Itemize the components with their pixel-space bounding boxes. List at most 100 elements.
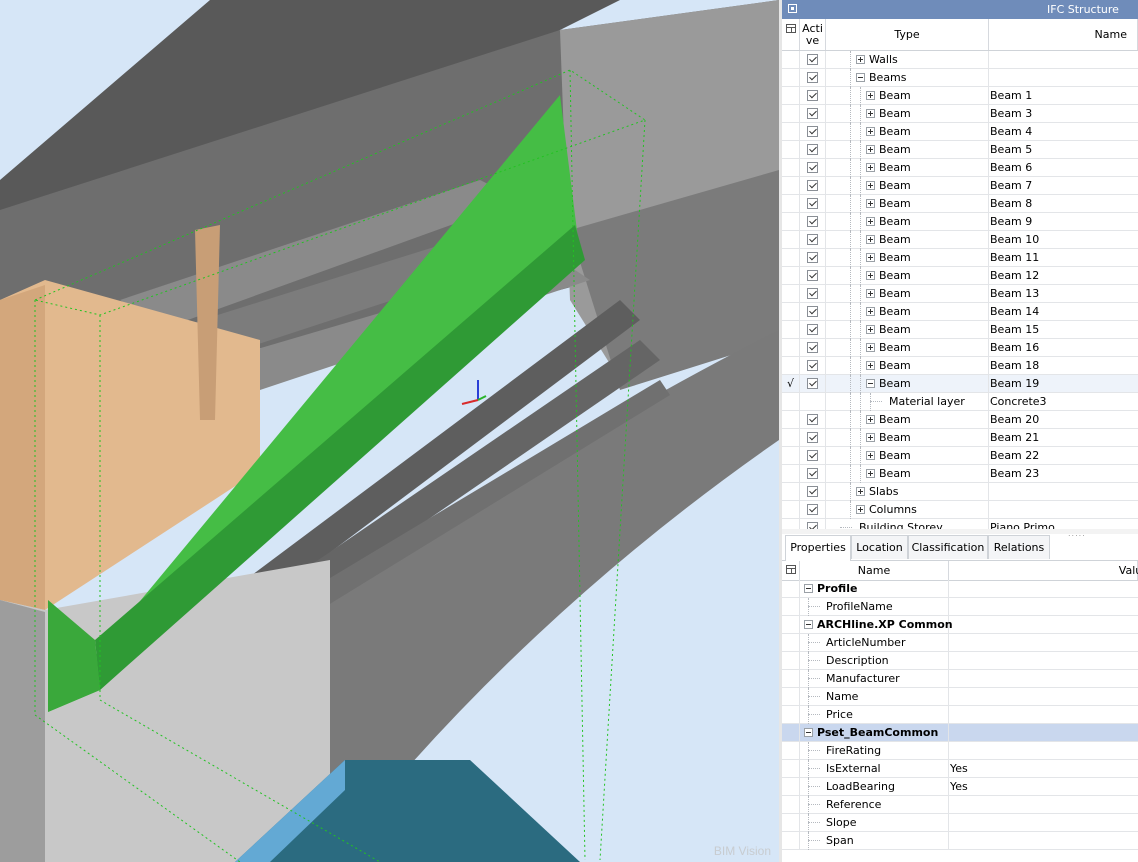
expand-icon[interactable] [866,199,875,208]
ifc-tree[interactable]: Walls Beams Beam Beam 1 Beam Beam 3 Beam Beam 4… [782,51,1138,529]
active-checkbox[interactable] [807,90,818,101]
property-row[interactable]: Price [782,706,1138,724]
tree-row[interactable]: √ Beam Beam 19 [782,375,1138,393]
expand-icon[interactable] [866,91,875,100]
tree-row[interactable]: Columns [782,501,1138,519]
expand-icon[interactable] [856,487,865,496]
active-checkbox[interactable] [807,144,818,155]
expand-icon[interactable] [866,181,875,190]
tree-row[interactable]: Beam Beam 15 [782,321,1138,339]
expand-icon[interactable] [866,325,875,334]
active-checkbox[interactable] [807,108,818,119]
collapse-icon[interactable] [804,584,813,593]
property-group-row[interactable]: Pset_BeamCommon [782,724,1138,742]
tree-row[interactable]: Beam Beam 20 [782,411,1138,429]
active-checkbox[interactable] [807,522,818,529]
active-checkbox[interactable] [807,468,818,479]
expand-icon[interactable] [866,307,875,316]
tree-row[interactable]: Beam Beam 12 [782,267,1138,285]
column-chooser-icon[interactable] [786,565,796,574]
property-row[interactable]: Name [782,688,1138,706]
active-checkbox[interactable] [807,270,818,281]
tree-header-active[interactable]: Active [800,19,826,50]
tree-row[interactable]: Building Storey Piano Primo [782,519,1138,529]
tree-header-options[interactable] [782,19,800,50]
property-row[interactable]: LoadBearing Yes [782,778,1138,796]
property-row[interactable]: ProfileName [782,598,1138,616]
tree-row[interactable]: Beam Beam 10 [782,231,1138,249]
tree-row[interactable]: Beam Beam 13 [782,285,1138,303]
active-checkbox[interactable] [807,162,818,173]
expand-icon[interactable] [866,469,875,478]
tree-row[interactable]: Beam Beam 5 [782,141,1138,159]
column-chooser-icon[interactable] [786,24,796,33]
active-checkbox[interactable] [807,414,818,425]
tree-row[interactable]: Beam Beam 9 [782,213,1138,231]
expand-icon[interactable] [866,271,875,280]
tree-header-name[interactable]: Name [989,19,1138,50]
collapse-icon[interactable] [866,379,875,388]
property-row[interactable]: Span [782,832,1138,850]
expand-icon[interactable] [866,163,875,172]
active-checkbox[interactable] [807,306,818,317]
expand-icon[interactable] [856,55,865,64]
tree-row[interactable]: Beam Beam 8 [782,195,1138,213]
collapse-icon[interactable] [804,620,813,629]
3d-viewport[interactable]: BIM Vision [0,0,779,862]
tree-row[interactable]: Beam Beam 1 [782,87,1138,105]
tab-classification[interactable]: Classification [908,535,988,559]
active-checkbox[interactable] [807,342,818,353]
expand-icon[interactable] [866,289,875,298]
expand-icon[interactable] [866,415,875,424]
active-checkbox[interactable] [807,72,818,83]
property-row[interactable]: Slope [782,814,1138,832]
tree-row[interactable]: Beam Beam 11 [782,249,1138,267]
property-row[interactable]: ArticleNumber [782,634,1138,652]
panel-menu-icon[interactable] [788,4,797,13]
tree-row[interactable]: Beam Beam 6 [782,159,1138,177]
tree-row[interactable]: Beam Beam 14 [782,303,1138,321]
tree-header-type[interactable]: Type [826,19,989,50]
property-group-row[interactable]: Profile [782,580,1138,598]
expand-icon[interactable] [866,253,875,262]
tree-row[interactable]: Beam Beam 23 [782,465,1138,483]
tree-row[interactable]: Beams [782,69,1138,87]
tree-row[interactable]: Beam Beam 3 [782,105,1138,123]
tree-row[interactable]: Slabs [782,483,1138,501]
collapse-icon[interactable] [856,73,865,82]
expand-icon[interactable] [866,343,875,352]
tab-location[interactable]: Location [851,535,908,559]
active-checkbox[interactable] [807,198,818,209]
active-checkbox[interactable] [807,378,818,389]
expand-icon[interactable] [856,505,865,514]
expand-icon[interactable] [866,109,875,118]
active-checkbox[interactable] [807,450,818,461]
active-checkbox[interactable] [807,252,818,263]
active-checkbox[interactable] [807,432,818,443]
active-checkbox[interactable] [807,504,818,515]
property-row[interactable]: IsExternal Yes [782,760,1138,778]
properties-header-options[interactable] [782,561,800,580]
properties-header-name[interactable]: Name [800,561,949,580]
active-checkbox[interactable] [807,486,818,497]
active-checkbox[interactable] [807,360,818,371]
tree-row[interactable]: Beam Beam 16 [782,339,1138,357]
property-group-row[interactable]: ARCHline.XP Common [782,616,1138,634]
tab-properties[interactable]: Properties [785,535,851,561]
active-checkbox[interactable] [807,234,818,245]
tree-row[interactable]: Beam Beam 21 [782,429,1138,447]
collapse-icon[interactable] [804,728,813,737]
properties-header-value[interactable]: Value [949,561,1138,580]
expand-icon[interactable] [866,217,875,226]
active-checkbox[interactable] [807,126,818,137]
property-row[interactable]: Reference [782,796,1138,814]
tab-relations[interactable]: Relations [988,535,1050,559]
expand-icon[interactable] [866,433,875,442]
expand-icon[interactable] [866,235,875,244]
tree-row[interactable]: Material layer Concrete3 [782,393,1138,411]
tree-row[interactable]: Beam Beam 18 [782,357,1138,375]
tree-row[interactable]: Beam Beam 7 [782,177,1138,195]
active-checkbox[interactable] [807,180,818,191]
property-row[interactable]: Manufacturer [782,670,1138,688]
properties-grid[interactable]: Profile ProfileName ARCHline.XP Common Arti… [782,580,1138,862]
